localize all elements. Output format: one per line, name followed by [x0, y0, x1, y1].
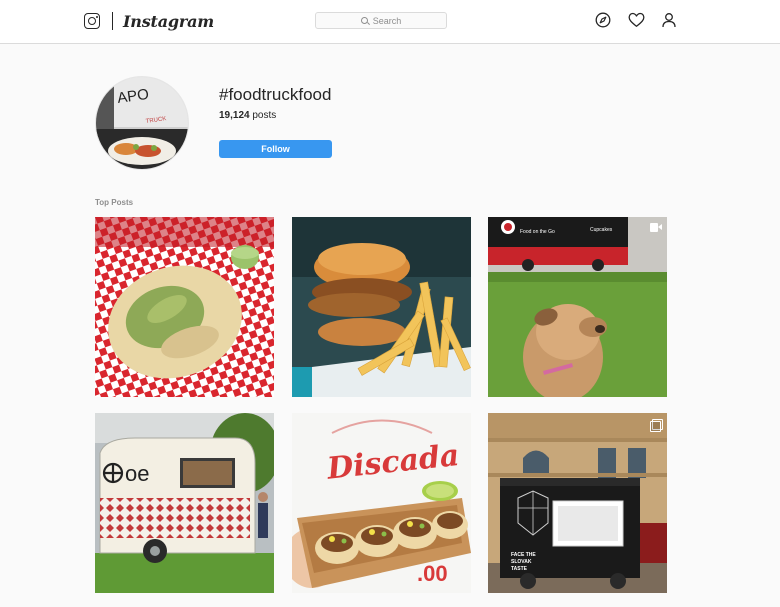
post-tile[interactable]: FACE THE SLOVAK TASTE — [488, 413, 667, 593]
profile-icon[interactable] — [660, 11, 678, 29]
video-icon — [650, 223, 662, 232]
post-tile[interactable]: oe — [95, 413, 274, 593]
post-image: Food on the Go Cupcakes — [488, 217, 667, 397]
svg-text:Food on the Go: Food on the Go — [520, 229, 555, 235]
svg-text:FACE THE: FACE THE — [511, 552, 536, 558]
svg-text:Cupcakes: Cupcakes — [590, 227, 613, 233]
search-placeholder: Search — [372, 15, 402, 26]
hashtag-avatar: APO TRUCK — [95, 76, 189, 170]
svg-text:SLOVAK: SLOVAK — [511, 559, 532, 565]
search-input[interactable]: Search — [315, 12, 447, 29]
post-tile[interactable]: Food on the Go Cupcakes — [488, 217, 667, 397]
top-nav-bar: Instagram Search — [0, 0, 780, 44]
multiple-photos-icon — [650, 419, 663, 432]
post-image — [292, 217, 471, 397]
compass-icon[interactable] — [594, 11, 612, 29]
post-count-number: 19,124 — [219, 110, 250, 121]
svg-text:.00: .00 — [417, 561, 448, 586]
post-tile[interactable] — [95, 217, 274, 397]
nav-icons — [594, 11, 678, 29]
heart-icon[interactable] — [627, 11, 645, 29]
post-image: FACE THE SLOVAK TASTE — [488, 413, 667, 593]
hashtag-title: #foodtruckfood — [219, 85, 332, 104]
post-tile[interactable]: Discada .00 — [292, 413, 471, 593]
post-image: oe — [95, 413, 274, 593]
wordmark-logo[interactable]: Instagram — [123, 12, 214, 31]
instagram-glyph-icon[interactable] — [84, 13, 100, 29]
trailer-sign-text: oe — [125, 461, 149, 486]
top-posts-label: Top Posts — [95, 198, 134, 207]
logo-divider — [112, 12, 113, 30]
svg-text:TASTE: TASTE — [511, 566, 528, 572]
search-icon — [360, 17, 368, 24]
post-image — [95, 217, 274, 397]
post-image: Discada .00 — [292, 413, 471, 593]
follow-button[interactable]: Follow — [219, 140, 332, 158]
post-count-suffix: posts — [249, 110, 277, 121]
post-tile[interactable] — [292, 217, 471, 397]
post-count: 19,124 posts — [219, 110, 276, 121]
logo[interactable]: Instagram — [84, 10, 214, 32]
